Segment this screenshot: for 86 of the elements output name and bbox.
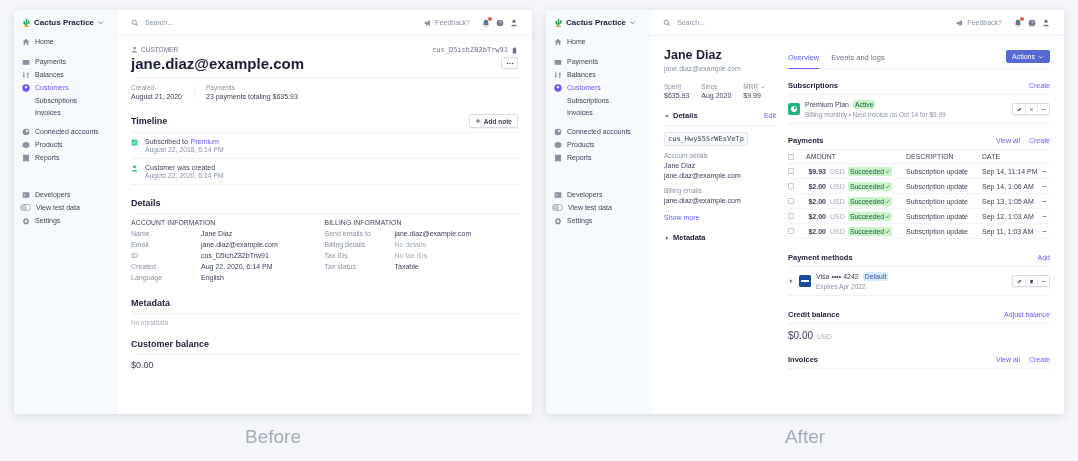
chevron-down-icon: [1038, 53, 1044, 60]
pencil-icon: [1016, 278, 1022, 284]
plan-icon: [788, 103, 800, 115]
edit-button[interactable]: [1013, 104, 1025, 114]
caret-icon[interactable]: [664, 112, 670, 119]
delete-button[interactable]: [1025, 276, 1037, 286]
cactus-icon: [22, 18, 31, 27]
checkbox[interactable]: [788, 183, 794, 189]
search-icon: [131, 18, 139, 27]
check-icon: [885, 183, 890, 189]
bell-icon[interactable]: [1014, 18, 1022, 27]
section-title: Customer balance: [131, 339, 518, 355]
cactus-icon: [554, 18, 563, 27]
user-icon[interactable]: [1042, 18, 1050, 27]
help-icon[interactable]: [1028, 18, 1036, 27]
box-icon: [554, 140, 562, 149]
megaphone-icon: [956, 18, 965, 27]
globe-icon: [554, 127, 562, 136]
chart-icon: [554, 153, 562, 162]
close-icon: [1029, 106, 1034, 112]
gear-icon: [554, 216, 562, 225]
terminal-icon: [554, 190, 562, 199]
customer-email-title: jane.diaz@example.com: [131, 55, 305, 72]
check-icon: [885, 198, 890, 204]
chart-icon: [22, 153, 30, 162]
section-title: Details: [131, 198, 518, 214]
check-icon: [885, 168, 890, 174]
globe-icon: [22, 127, 30, 136]
account-name[interactable]: Cactus Practice: [566, 18, 627, 27]
caret-icon[interactable]: [664, 234, 670, 241]
subscription-icon: [131, 139, 138, 146]
section-title: Timeline: [131, 116, 168, 126]
chevron-down-icon[interactable]: [760, 83, 767, 90]
person-icon: [131, 165, 138, 172]
person-icon: [22, 83, 30, 92]
customer-name: Jane Diaz: [664, 48, 723, 62]
ellipsis-icon: [505, 61, 514, 65]
check-icon: [885, 213, 890, 219]
bell-icon[interactable]: [482, 18, 490, 27]
caption: After: [784, 426, 826, 448]
account-name[interactable]: Cactus Practice: [34, 18, 95, 27]
box-icon: [22, 140, 30, 149]
ellipsis-icon[interactable]: [1042, 228, 1047, 234]
person-icon: [554, 83, 562, 92]
toggle-switch[interactable]: [20, 204, 31, 211]
more-button[interactable]: [1037, 104, 1049, 114]
gear-icon: [22, 216, 30, 225]
person-icon: [131, 46, 138, 53]
user-icon[interactable]: [510, 18, 518, 27]
megaphone-icon: [424, 18, 433, 27]
edit-button[interactable]: [1013, 276, 1025, 286]
search-icon: [663, 18, 671, 27]
toggle-switch[interactable]: [552, 204, 563, 211]
balance-amount: $0.00: [131, 360, 155, 370]
caption: Before: [245, 426, 301, 448]
plus-icon: [474, 118, 481, 124]
check-icon: [885, 228, 890, 234]
section-title: Metadata: [131, 298, 518, 314]
home-icon: [22, 37, 30, 46]
ellipsis-icon[interactable]: [1042, 168, 1047, 174]
card-icon: [554, 57, 562, 66]
balance-amount: $0.00: [788, 330, 814, 341]
ellipsis-icon[interactable]: [1042, 198, 1047, 204]
terminal-icon: [22, 190, 30, 199]
checkbox[interactable]: [788, 198, 794, 204]
ellipsis-icon[interactable]: [1042, 213, 1047, 219]
checkbox[interactable]: [788, 153, 794, 160]
arrows-icon: [554, 70, 562, 79]
card-icon: [22, 57, 30, 66]
home-icon: [554, 37, 562, 46]
chevron-down-icon[interactable]: [629, 19, 637, 26]
checkbox[interactable]: [788, 228, 794, 234]
ellipsis-icon: [1041, 278, 1046, 284]
cancel-button[interactable]: [1025, 104, 1037, 114]
clipboard-icon[interactable]: [511, 46, 518, 54]
checkbox[interactable]: [788, 168, 794, 174]
trash-icon: [1029, 278, 1034, 284]
caret-icon[interactable]: [788, 278, 794, 284]
ellipsis-icon[interactable]: [1042, 183, 1047, 189]
checkbox[interactable]: [788, 213, 794, 219]
ellipsis-icon: [1041, 106, 1046, 112]
help-icon[interactable]: [496, 18, 504, 27]
chevron-down-icon[interactable]: [97, 19, 105, 26]
card-brand-icon: [799, 275, 811, 287]
pencil-icon: [1016, 106, 1022, 112]
arrows-icon: [22, 70, 30, 79]
